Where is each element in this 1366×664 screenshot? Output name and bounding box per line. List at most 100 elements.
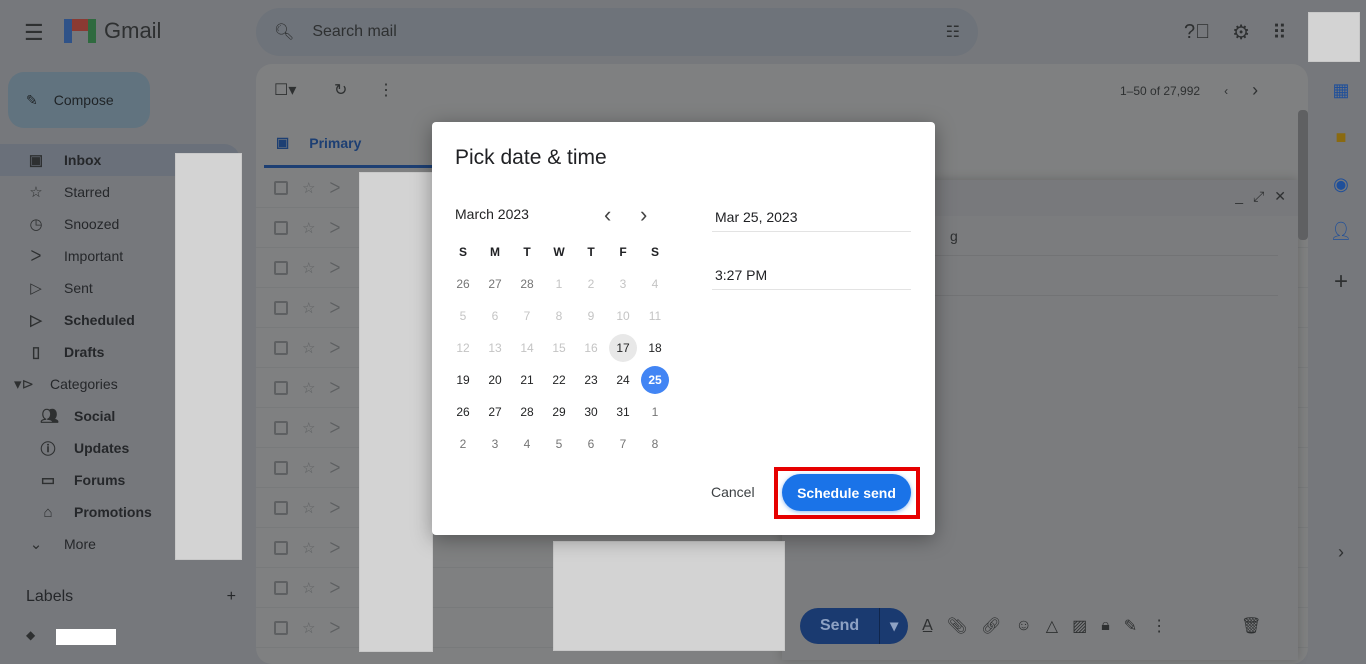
- important-marker-icon[interactable]: ᐳ: [329, 419, 340, 437]
- close-icon[interactable]: ✕: [1274, 188, 1286, 208]
- drive-icon[interactable]: △: [1046, 616, 1058, 636]
- row-checkbox[interactable]: [274, 300, 288, 315]
- next-month-icon[interactable]: ›: [640, 202, 647, 228]
- row-checkbox[interactable]: [274, 220, 288, 235]
- send-options-icon[interactable]: ▾: [879, 608, 908, 644]
- schedule-send-button[interactable]: Schedule send: [782, 474, 911, 511]
- calendar-day[interactable]: 6: [577, 430, 605, 458]
- more-vert-icon[interactable]: ⋮: [378, 80, 394, 100]
- star-icon[interactable]: ☆: [302, 499, 315, 517]
- important-marker-icon[interactable]: ᐳ: [329, 539, 340, 557]
- important-marker-icon[interactable]: ᐳ: [329, 299, 340, 317]
- important-marker-icon[interactable]: ᐳ: [329, 379, 340, 397]
- important-marker-icon[interactable]: ᐳ: [329, 459, 340, 477]
- add-addon-icon[interactable]: +: [1334, 268, 1348, 296]
- expand-panel-icon[interactable]: ›: [1338, 542, 1344, 563]
- settings-gear-icon[interactable]: ⚙: [1232, 20, 1250, 45]
- emoji-icon[interactable]: ☺: [1015, 617, 1031, 635]
- calendar-day[interactable]: 8: [641, 430, 669, 458]
- calendar-day[interactable]: 22: [545, 366, 573, 394]
- calendar-day[interactable]: 3: [481, 430, 509, 458]
- gmail-logo[interactable]: Gmail: [64, 18, 161, 44]
- fullscreen-icon[interactable]: ⤢: [1253, 188, 1264, 208]
- keep-icon[interactable]: ■: [1336, 127, 1347, 148]
- row-checkbox[interactable]: [274, 420, 288, 435]
- calendar-day[interactable]: 21: [513, 366, 541, 394]
- help-icon[interactable]: ?⃝: [1184, 20, 1210, 45]
- previous-month-icon[interactable]: ‹: [604, 202, 611, 228]
- star-icon[interactable]: ☆: [302, 459, 315, 477]
- photo-icon[interactable]: ▨: [1072, 616, 1087, 636]
- row-checkbox[interactable]: [274, 380, 288, 395]
- important-marker-icon[interactable]: ᐳ: [329, 259, 340, 277]
- calendar-day[interactable]: 18: [641, 334, 669, 362]
- calendar-day[interactable]: 28: [513, 398, 541, 426]
- main-menu-icon[interactable]: ☰: [24, 20, 44, 46]
- calendar-day[interactable]: 26: [449, 398, 477, 426]
- calendar-day[interactable]: 20: [481, 366, 509, 394]
- important-marker-icon[interactable]: ᐳ: [329, 619, 340, 637]
- prev-page-icon[interactable]: ‹: [1224, 84, 1228, 98]
- star-icon[interactable]: ☆: [302, 219, 315, 237]
- calendar-day[interactable]: 17: [609, 334, 637, 362]
- tasks-icon[interactable]: ◉: [1333, 174, 1349, 195]
- apps-grid-icon[interactable]: ⠿: [1272, 20, 1287, 45]
- calendar-day[interactable]: 30: [577, 398, 605, 426]
- tab-primary[interactable]: ▣ Primary: [264, 120, 434, 168]
- star-icon[interactable]: ☆: [302, 339, 315, 357]
- calendar-day[interactable]: 5: [545, 430, 573, 458]
- calendar-day[interactable]: 24: [609, 366, 637, 394]
- important-marker-icon[interactable]: ᐳ: [329, 339, 340, 357]
- calendar-day[interactable]: 27: [481, 398, 509, 426]
- calendar-day[interactable]: 4: [513, 430, 541, 458]
- calendar-day[interactable]: 26: [449, 270, 477, 298]
- link-icon[interactable]: 🔗︎: [981, 616, 1001, 636]
- calendar-day[interactable]: 27: [481, 270, 509, 298]
- star-icon[interactable]: ☆: [302, 579, 315, 597]
- star-icon[interactable]: ☆: [302, 539, 315, 557]
- send-button[interactable]: Send: [800, 608, 879, 644]
- next-page-icon[interactable]: ›: [1252, 80, 1258, 101]
- calendar-day[interactable]: 7: [609, 430, 637, 458]
- calendar-day[interactable]: 23: [577, 366, 605, 394]
- time-input[interactable]: 3:27 PM: [712, 256, 911, 290]
- row-checkbox[interactable]: [274, 260, 288, 275]
- important-marker-icon[interactable]: ᐳ: [329, 179, 340, 197]
- add-label-icon[interactable]: +: [227, 588, 236, 606]
- row-checkbox[interactable]: [274, 620, 288, 635]
- minimize-icon[interactable]: _: [1235, 188, 1243, 208]
- signature-icon[interactable]: ✎: [1124, 616, 1137, 636]
- calendar-day[interactable]: 25: [641, 366, 669, 394]
- confidential-icon[interactable]: 🔒︎: [1101, 617, 1110, 635]
- search-icon[interactable]: 🔍︎: [274, 22, 294, 42]
- row-checkbox[interactable]: [274, 580, 288, 595]
- text-format-icon[interactable]: A̲: [922, 617, 933, 635]
- star-icon[interactable]: ☆: [302, 419, 315, 437]
- search-input[interactable]: [312, 23, 928, 41]
- attach-icon[interactable]: 📎︎: [947, 616, 967, 636]
- star-icon[interactable]: ☆: [302, 179, 315, 197]
- scrollbar[interactable]: [1298, 110, 1308, 240]
- select-all-checkbox[interactable]: ☐▾: [274, 80, 296, 100]
- calendar-day[interactable]: 28: [513, 270, 541, 298]
- star-icon[interactable]: ☆: [302, 299, 315, 317]
- avatar[interactable]: [1308, 12, 1360, 62]
- search-options-icon[interactable]: ☷: [946, 22, 960, 42]
- contacts-icon[interactable]: 👤︎: [1330, 221, 1353, 242]
- compose-button[interactable]: ✎ Compose: [8, 72, 150, 128]
- row-checkbox[interactable]: [274, 540, 288, 555]
- row-checkbox[interactable]: [274, 340, 288, 355]
- calendar-day[interactable]: 2: [449, 430, 477, 458]
- cancel-button[interactable]: Cancel: [703, 480, 763, 504]
- more-options-icon[interactable]: ⋮: [1151, 616, 1167, 636]
- star-icon[interactable]: ☆: [302, 619, 315, 637]
- calendar-day[interactable]: 1: [641, 398, 669, 426]
- row-checkbox[interactable]: [274, 460, 288, 475]
- important-marker-icon[interactable]: ᐳ: [329, 219, 340, 237]
- date-input[interactable]: Mar 25, 2023: [712, 198, 911, 232]
- star-icon[interactable]: ☆: [302, 379, 315, 397]
- discard-icon[interactable]: 🗑︎: [1241, 616, 1261, 636]
- star-icon[interactable]: ☆: [302, 259, 315, 277]
- calendar-day[interactable]: 29: [545, 398, 573, 426]
- refresh-icon[interactable]: ↻: [334, 80, 347, 100]
